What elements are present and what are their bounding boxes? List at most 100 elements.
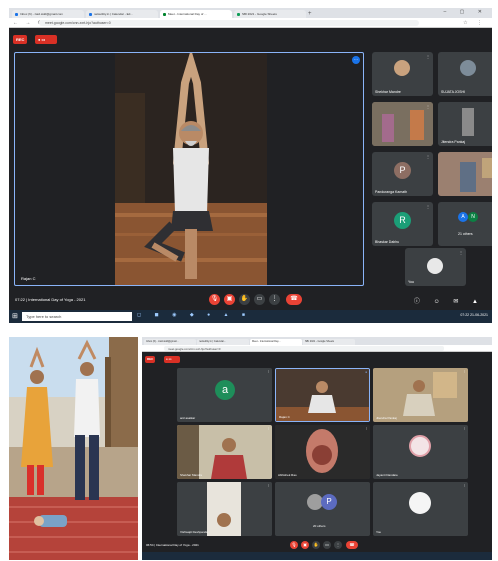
tab-favicon-icon: [89, 12, 92, 16]
present-button[interactable]: ▭: [254, 294, 265, 305]
participant-photo: [460, 60, 476, 76]
mic-off-icon: ⋮: [267, 369, 270, 373]
more-options-button[interactable]: ⋮: [269, 294, 280, 305]
others-tile[interactable]: P 20 others: [275, 482, 370, 536]
participant-tile[interactable]: a ⋮ anil asalkar: [177, 368, 272, 422]
participant-video: [373, 368, 468, 422]
live-badge: ● ▭: [35, 35, 57, 44]
participant-avatar: a: [215, 380, 235, 400]
mic-off-icon: ⋮: [426, 54, 430, 59]
participant-tile[interactable]: ⋮ Shekhar Mandre: [177, 425, 272, 479]
recording-badge: REC: [145, 356, 156, 363]
couple-yoga-photo: [9, 337, 138, 560]
mic-off-icon: ⋮: [426, 104, 430, 109]
main-speaker-video: [115, 53, 267, 285]
pin-icon[interactable]: ⋯: [352, 56, 360, 64]
participant-tile[interactable]: ⋮: [438, 152, 492, 196]
participant-tile[interactable]: ⋮ Jayanti Dandare: [373, 425, 468, 479]
participant-tile[interactable]: ⋮: [372, 102, 433, 146]
browser-tab-bar: Inbox (6) - zaid.sidd@gmail.com nelsutil…: [9, 8, 492, 18]
meet-screenshot-bottom: Inbox (6) - zaid.sidd@gmail... nelsutili…: [142, 337, 492, 560]
mic-on-icon: ●: [365, 370, 367, 374]
url-field[interactable]: meet.google.com/cnn-xxrt-hjo?authuser=0: [39, 20, 419, 26]
participant-name: Abhishek Rao: [278, 473, 297, 477]
mic-off-icon: ⋮: [267, 483, 270, 487]
meeting-info: 06:54 | International Day of Yoga - 2021: [146, 543, 199, 547]
others-avatar-a: A: [458, 212, 468, 222]
raise-hand-button[interactable]: ✋: [312, 541, 320, 549]
more-options-button[interactable]: ⋮: [334, 541, 342, 549]
browser-tab[interactable]: Inbox (6) - zaid.sidd@gmail.com: [12, 10, 84, 18]
participant-video: [438, 152, 492, 196]
windows-start-icon[interactable]: ⊞: [12, 312, 18, 320]
mic-toggle-button[interactable]: 🎙: [290, 541, 298, 549]
participant-name: Jitendra Pankaj: [376, 416, 397, 420]
self-tile[interactable]: ⋮ You: [373, 482, 468, 536]
participant-tile[interactable]: ⋮ Jitendra Pankaj: [373, 368, 468, 422]
windows-taskbar: ⊞ Type here to search ◻ ◼ ◉ ◆ ● ▲ ■ 07:2…: [9, 310, 492, 323]
others-tile[interactable]: A N 21 others: [438, 202, 492, 246]
window-controls[interactable]: – ▢ ✕: [444, 9, 488, 15]
mic-off-icon: ⋮: [426, 154, 430, 159]
participant-video: [372, 102, 433, 146]
others-count: 20 others: [313, 524, 326, 528]
mic-off-icon: ⋮: [463, 369, 466, 373]
camera-toggle-button[interactable]: ▣: [301, 541, 309, 549]
participant-tile[interactable]: ⋮ Abhishek Rao: [275, 425, 370, 479]
others-count: 21 others: [458, 232, 473, 236]
others-avatar-n: N: [468, 212, 478, 222]
main-speaker-tile[interactable]: ⋯ Rajan C: [14, 52, 364, 286]
self-avatar: [409, 492, 431, 514]
participant-avatar: R: [394, 212, 411, 229]
participant-tile[interactable]: R ⋮ Bhaskar Dabhu: [372, 202, 433, 246]
participant-tile-speaking[interactable]: ● Rajan C: [275, 368, 370, 422]
participant-name: Panduranga Kamath: [375, 190, 408, 194]
camera-toggle-button[interactable]: ▣: [224, 294, 235, 305]
meet-control-bar: 07:22 | International Day of Yoga - 2021…: [9, 290, 492, 310]
tab-favicon-icon: [15, 12, 18, 16]
end-call-button[interactable]: ☎: [286, 294, 302, 305]
participant-tile[interactable]: ⋮ Jitendra Pankaj: [438, 102, 492, 146]
participant-name: SUJATA JOSHI: [441, 90, 465, 94]
participant-tile[interactable]: ⋮ SUJATA JOSHI: [438, 52, 492, 96]
live-badge: ● ▭: [164, 356, 180, 363]
browser-tab[interactable]: nelsutility.in | Calendar - Ed...: [86, 10, 158, 18]
mic-off-icon: ⋮: [459, 250, 463, 255]
self-avatar: [427, 258, 443, 274]
tab-favicon-icon: [237, 12, 240, 16]
participant-tile[interactable]: P ⋮ Panduranga Kamath: [372, 152, 433, 196]
present-button[interactable]: ▭: [323, 541, 331, 549]
new-tab-icon[interactable]: +: [308, 10, 312, 18]
self-name: You: [376, 530, 382, 534]
participant-name: Jitendra Pankaj: [441, 140, 466, 144]
browser-tab[interactable]: SBI 2021 - Google Sheets: [234, 10, 306, 18]
participant-name: Rajan C: [279, 415, 290, 419]
side-panel-icons[interactable]: ⓘ ☺ ✉ ▲: [414, 296, 484, 305]
participant-name: Bhaskar Dabhu: [375, 240, 400, 244]
main-speaker-name: Rajan C: [21, 276, 36, 281]
browser-menu-icons[interactable]: ☆ ⋮: [463, 20, 486, 26]
participant-video: [276, 369, 369, 421]
url-field[interactable]: meet.google.com/cnn-xxrt-hjo?authuser=0: [164, 346, 444, 351]
mic-off-icon: ⋮: [365, 426, 368, 430]
participant-name: anil asalkar: [180, 416, 196, 420]
address-bar: ← → ⟳ meet.google.com/cnn-xxrt-hjo?authu…: [9, 18, 492, 28]
taskbar-app-icons[interactable]: ◻ ◼ ◉ ◆ ● ▲ ■: [137, 312, 251, 318]
recording-badge: REC: [13, 35, 28, 44]
raise-hand-button[interactable]: ✋: [239, 294, 250, 305]
taskbar-search-field[interactable]: Type here to search: [22, 312, 132, 321]
mic-toggle-button[interactable]: 🎙: [209, 294, 220, 305]
address-bar: meet.google.com/cnn-xxrt-hjo?authuser=0: [142, 345, 492, 352]
end-call-button[interactable]: ☎: [346, 541, 358, 549]
participant-photo: [409, 435, 431, 457]
browser-tab-active[interactable]: Meet - International Day of ...: [160, 10, 232, 18]
mic-off-icon: ⋮: [267, 426, 270, 430]
self-tile[interactable]: ⋮ You: [405, 248, 466, 286]
participant-name: Vishwajit Deshpande: [180, 530, 208, 534]
participant-video: [177, 482, 272, 536]
participant-tile[interactable]: ⋮ Shekhar Mandre: [372, 52, 433, 96]
participant-tile[interactable]: ⋮ Vishwajit Deshpande: [177, 482, 272, 536]
outdoor-yoga-photo: [9, 337, 138, 560]
participant-photo: [394, 60, 410, 76]
yoga-tree-pose-image: [115, 53, 267, 285]
